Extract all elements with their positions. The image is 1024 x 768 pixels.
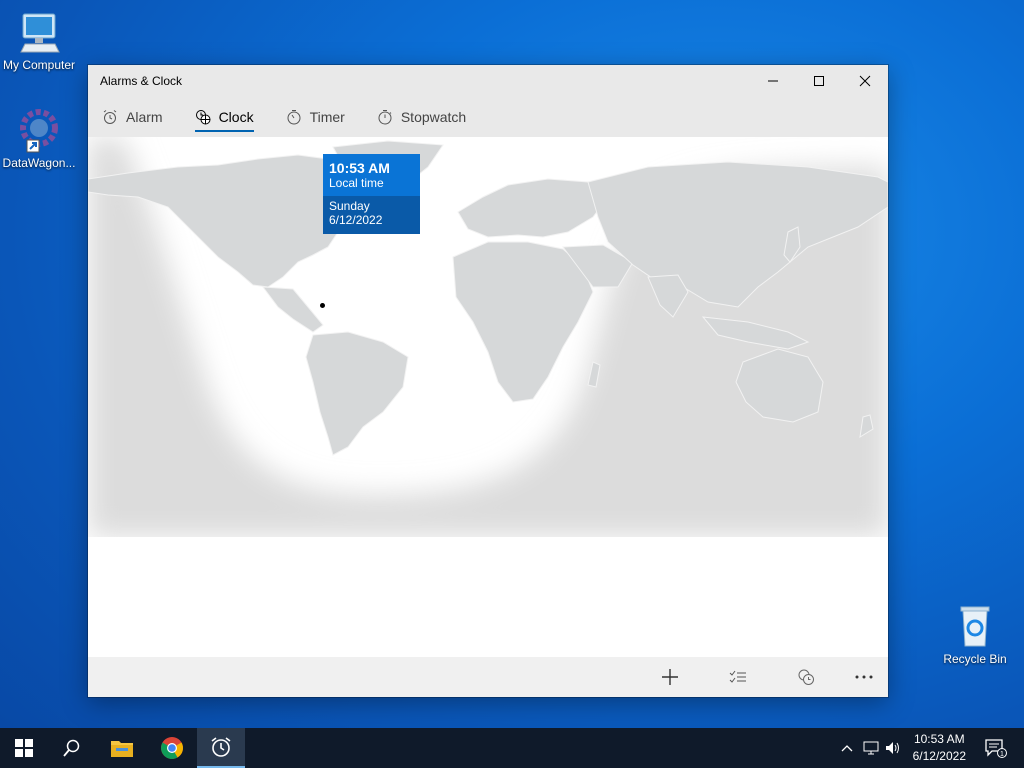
maximize-icon bbox=[814, 76, 824, 86]
world-clock-icon bbox=[195, 110, 211, 125]
timer-icon bbox=[287, 110, 301, 125]
show-hidden-icons-button[interactable] bbox=[838, 728, 856, 768]
tab-label: Clock bbox=[218, 109, 254, 125]
datawagon-gear-icon bbox=[15, 106, 63, 154]
select-list-icon bbox=[729, 670, 746, 683]
alarms-clock-taskbar-button[interactable] bbox=[197, 728, 245, 768]
local-time-header: 10:53 AM Local time bbox=[323, 154, 420, 196]
location-marker[interactable] bbox=[320, 303, 325, 308]
minimize-button[interactable] bbox=[750, 65, 796, 97]
desktop-icon-my-computer[interactable]: My Computer bbox=[0, 8, 78, 72]
world-map[interactable] bbox=[88, 137, 888, 537]
more-icon bbox=[855, 675, 873, 679]
taskbar-date: 6/12/2022 bbox=[912, 749, 966, 763]
minimize-icon bbox=[768, 80, 778, 82]
file-explorer-icon bbox=[111, 741, 133, 757]
action-center-button[interactable]: 1 bbox=[978, 728, 1014, 768]
tab-label: Alarm bbox=[126, 109, 163, 125]
volume-button[interactable] bbox=[883, 728, 903, 768]
compare-clocks-icon bbox=[798, 669, 814, 685]
clock-list-area bbox=[88, 537, 888, 657]
local-day: Sunday bbox=[329, 199, 370, 213]
window-title: Alarms & Clock bbox=[100, 74, 183, 88]
desktop-icon-label: Recycle Bin bbox=[943, 652, 1007, 666]
search-icon bbox=[63, 739, 80, 757]
title-bar[interactable]: Alarms & Clock bbox=[88, 65, 888, 97]
recycle-bin-icon bbox=[951, 602, 999, 650]
file-explorer-button[interactable] bbox=[98, 728, 146, 768]
speaker-icon bbox=[886, 742, 899, 754]
desktop-icon-recycle-bin[interactable]: Recycle Bin bbox=[936, 602, 1014, 666]
close-icon bbox=[859, 75, 871, 87]
local-time-value: 10:53 AM bbox=[329, 160, 390, 176]
start-icon bbox=[15, 739, 33, 757]
compare-button[interactable] bbox=[786, 663, 826, 691]
computer-icon bbox=[15, 8, 63, 56]
start-button[interactable] bbox=[0, 728, 48, 768]
local-time-label: Local time bbox=[329, 176, 384, 190]
command-bar bbox=[88, 657, 888, 697]
desktop-icon-label: DataWagon... bbox=[2, 156, 76, 170]
alarm-icon bbox=[103, 110, 117, 124]
tab-clock[interactable]: Clock bbox=[194, 97, 254, 137]
tab-alarm[interactable]: Alarm bbox=[102, 97, 163, 137]
taskbar-time: 10:53 AM bbox=[913, 732, 965, 746]
notification-icon: 1 bbox=[985, 739, 1007, 758]
add-icon bbox=[662, 669, 678, 685]
desktop-icon-datawagon[interactable]: DataWagon... bbox=[0, 106, 78, 170]
local-time-flyout[interactable]: 10:53 AM Local time Sunday 6/12/2022 bbox=[323, 154, 420, 234]
stopwatch-icon bbox=[378, 110, 392, 125]
notification-count: 1 bbox=[1000, 751, 1004, 758]
maximize-button[interactable] bbox=[796, 65, 842, 97]
tab-label: Timer bbox=[309, 109, 345, 125]
desktop-icon-label: My Computer bbox=[2, 58, 76, 72]
add-city-button[interactable] bbox=[650, 663, 690, 691]
tab-timer[interactable]: Timer bbox=[286, 97, 345, 137]
tab-stopwatch[interactable]: Stopwatch bbox=[377, 97, 466, 137]
local-date-section: Sunday 6/12/2022 bbox=[323, 196, 420, 234]
chrome-icon bbox=[161, 737, 183, 759]
search-button[interactable] bbox=[48, 728, 96, 768]
chevron-up-icon bbox=[841, 745, 853, 752]
more-button[interactable] bbox=[844, 663, 884, 691]
chrome-button[interactable] bbox=[148, 728, 196, 768]
local-date: 6/12/2022 bbox=[329, 213, 383, 227]
taskbar-clock[interactable]: 10:53 AM 6/12/2022 bbox=[913, 731, 966, 765]
alarms-clock-icon bbox=[211, 737, 231, 757]
network-icon bbox=[863, 741, 879, 755]
select-clocks-button[interactable] bbox=[718, 663, 758, 691]
world-map-graphic bbox=[88, 137, 888, 537]
network-button[interactable] bbox=[860, 728, 882, 768]
taskbar: 10:53 AM 6/12/2022 1 bbox=[0, 728, 1024, 768]
close-button[interactable] bbox=[842, 65, 888, 97]
alarms-clock-window: Alarms & Clock Alarm Clock Timer Stopwat… bbox=[88, 65, 888, 697]
tab-bar: Alarm Clock Timer Stopwatch bbox=[88, 97, 888, 137]
tab-label: Stopwatch bbox=[400, 109, 467, 125]
